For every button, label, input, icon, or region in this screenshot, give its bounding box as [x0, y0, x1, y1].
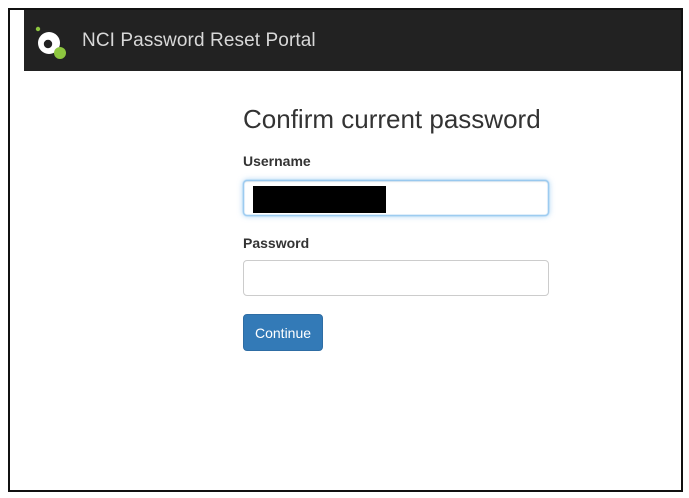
nci-logo-icon — [35, 26, 66, 59]
password-field[interactable] — [243, 260, 549, 296]
brand-title[interactable]: NCI Password Reset Portal — [82, 30, 316, 52]
window-frame: NCI Password Reset Portal Confirm curren… — [8, 8, 683, 492]
password-label: Password — [243, 235, 310, 251]
redaction-bar — [253, 186, 386, 213]
page-title: Confirm current password — [243, 104, 541, 134]
continue-button[interactable]: Continue — [243, 314, 324, 351]
top-navbar: NCI Password Reset Portal — [24, 10, 681, 71]
username-label: Username — [243, 153, 311, 169]
